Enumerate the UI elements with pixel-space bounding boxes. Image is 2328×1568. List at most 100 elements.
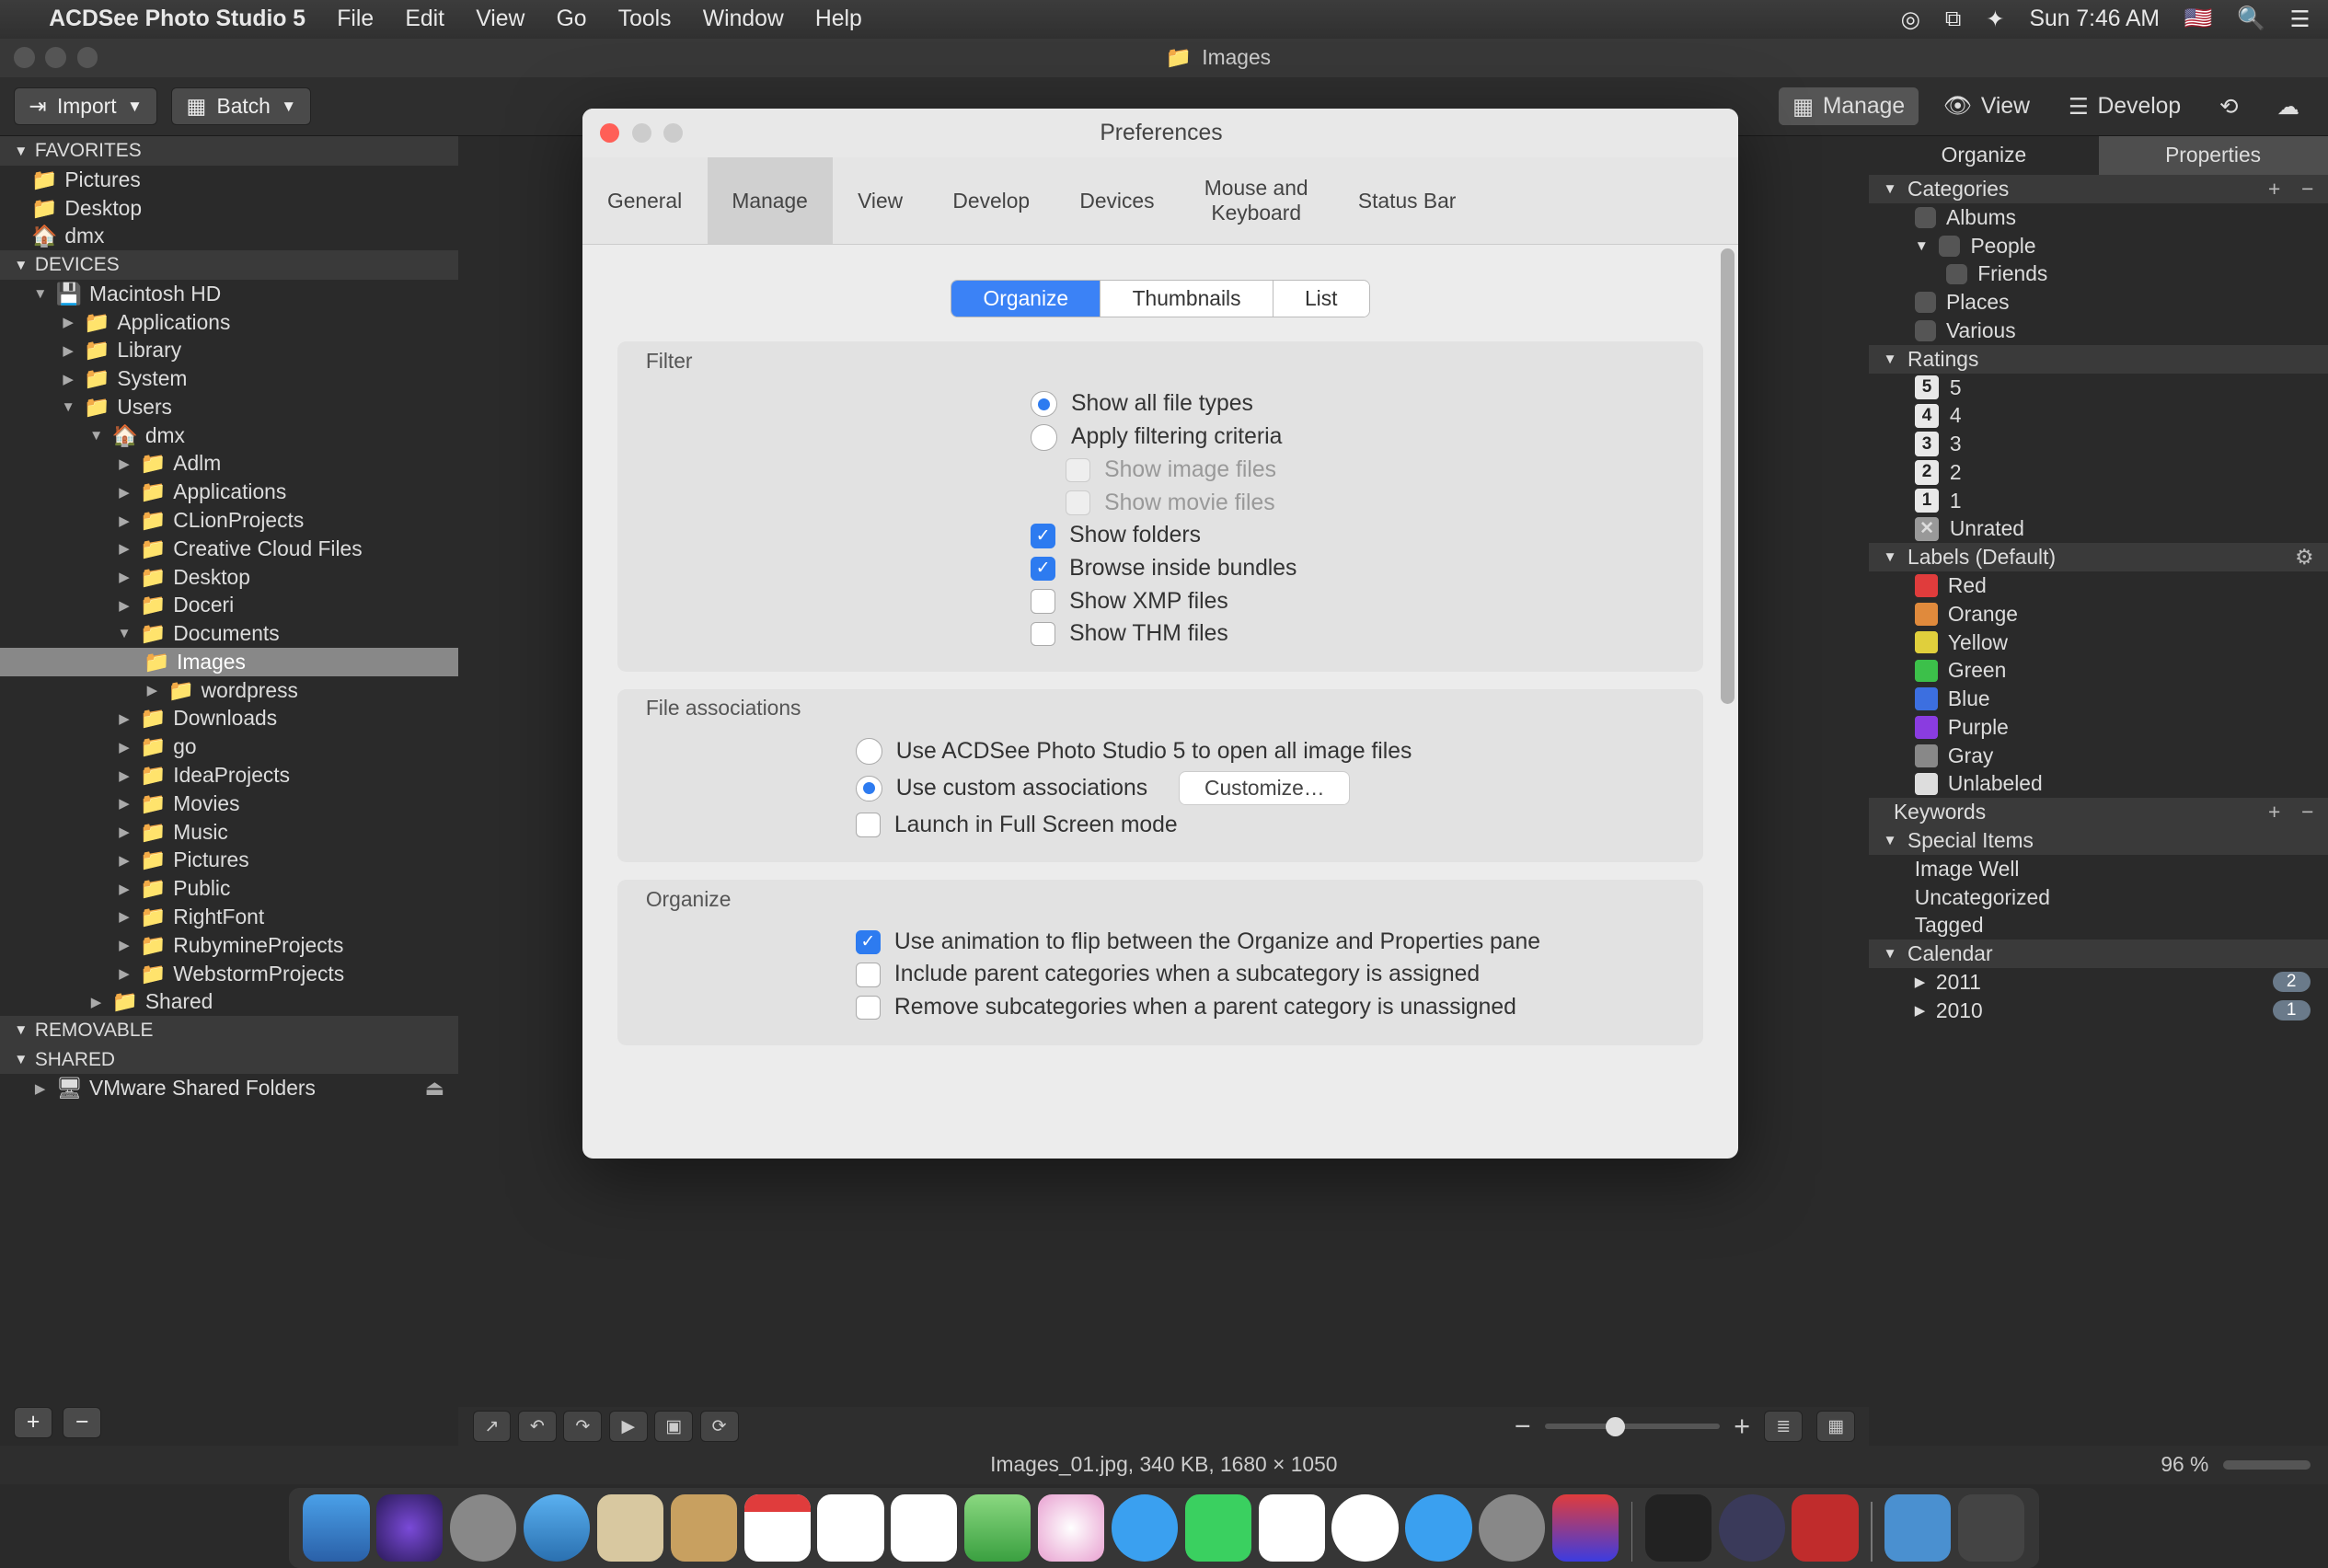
dock-trash-icon[interactable] <box>1958 1494 2024 1561</box>
label-yellow[interactable]: Yellow <box>1869 628 2327 657</box>
pref-tab-devices[interactable]: Devices <box>1055 157 1180 244</box>
rating-3[interactable]: 33 <box>1869 430 2327 458</box>
dock-maps-icon[interactable] <box>964 1494 1031 1561</box>
folder-rightfont[interactable]: ▶📁RightFont <box>0 903 458 931</box>
folder-documents[interactable]: ▼📁Documents <box>0 619 458 648</box>
folder-clionprojects[interactable]: ▶📁CLionProjects <box>0 506 458 535</box>
labels-gear-icon[interactable]: ⚙ <box>2295 545 2313 570</box>
folder-creative-cloud[interactable]: ▶📁Creative Cloud Files <box>0 535 458 563</box>
remove-category-icon[interactable]: − <box>2301 177 2313 202</box>
folder-library[interactable]: ▶📁Library <box>0 336 458 364</box>
rating-1[interactable]: 11 <box>1869 487 2327 515</box>
menubar-flag-icon[interactable]: 🇺🇸 <box>2184 6 2213 32</box>
zoom-out-icon[interactable]: − <box>1515 1411 1531 1443</box>
dock-terminal-icon[interactable] <box>1645 1494 1711 1561</box>
rating-4[interactable]: 44 <box>1869 401 2327 430</box>
tab-properties[interactable]: Properties <box>2099 136 2328 175</box>
dock-settings-icon[interactable] <box>1479 1494 1545 1561</box>
dock-1password-icon[interactable] <box>1719 1494 1785 1561</box>
special-items-header[interactable]: ▼Special Items <box>1869 826 2327 855</box>
removable-header[interactable]: ▼REMOVABLE <box>0 1016 458 1045</box>
folder-downloads[interactable]: ▶📁Downloads <box>0 705 458 733</box>
category-friends[interactable]: Friends <box>1869 260 2327 289</box>
pref-close-button[interactable] <box>600 123 619 143</box>
folder-rubymineprojects[interactable]: ▶📁RubymineProjects <box>0 931 458 960</box>
window-minimize-button[interactable] <box>45 47 66 68</box>
label-orange[interactable]: Orange <box>1869 600 2327 628</box>
rotate-right-icon[interactable]: ↷ <box>563 1411 602 1442</box>
folder-music[interactable]: ▶📁Music <box>0 818 458 847</box>
dock-siri-icon[interactable] <box>376 1494 443 1561</box>
menu-go[interactable]: Go <box>557 6 587 32</box>
radio-use-custom[interactable] <box>856 776 882 802</box>
customize-button[interactable]: Customize… <box>1179 771 1350 805</box>
seg-list[interactable]: List <box>1273 281 1369 316</box>
play-icon[interactable]: ▶ <box>609 1411 648 1442</box>
folder-applications-user[interactable]: ▶📁Applications <box>0 478 458 506</box>
menu-file[interactable]: File <box>337 6 374 32</box>
view-grid-icon[interactable]: ▦ <box>1816 1411 1855 1442</box>
folder-movies[interactable]: ▶📁Movies <box>0 790 458 818</box>
special-uncategorized[interactable]: Uncategorized <box>1869 883 2327 912</box>
batch-button[interactable]: ▦ Batch ▼ <box>171 87 311 124</box>
seg-thumbnails[interactable]: Thumbnails <box>1101 281 1273 316</box>
fav-dmx[interactable]: 🏠dmx <box>0 223 458 251</box>
tab-organize[interactable]: Organize <box>1869 136 2098 175</box>
dock-messages-icon[interactable] <box>1112 1494 1178 1561</box>
mode-cloud[interactable]: ☁ <box>2263 87 2313 125</box>
category-albums[interactable]: Albums <box>1869 203 2327 232</box>
menubar-displays-icon[interactable]: ⧉ <box>1945 6 1962 32</box>
chk-fullscreen[interactable] <box>856 813 881 837</box>
dock-contacts-icon[interactable] <box>597 1494 663 1561</box>
refresh-icon[interactable]: ⟳ <box>700 1411 739 1442</box>
menubar-clock[interactable]: Sun 7:46 AM <box>2029 6 2160 32</box>
dock-launchpad-icon[interactable] <box>450 1494 516 1561</box>
thumbnail-size-slider[interactable] <box>1545 1424 1720 1429</box>
menu-view[interactable]: View <box>476 6 524 32</box>
rating-5[interactable]: 55 <box>1869 374 2327 402</box>
external-icon[interactable]: ↗ <box>473 1411 512 1442</box>
menubar-list-icon[interactable]: ☰ <box>2289 6 2310 33</box>
pref-tab-mouse-keyboard[interactable]: Mouse andKeyboard <box>1180 157 1333 244</box>
radio-use-acdsee[interactable] <box>856 738 882 765</box>
pref-scrollbar[interactable] <box>1721 248 1734 704</box>
folder-wordpress[interactable]: ▶📁wordpress <box>0 676 458 705</box>
rotate-left-icon[interactable]: ↶ <box>518 1411 557 1442</box>
calendar-2010[interactable]: ▶20101 <box>1869 997 2327 1025</box>
chk-include-parent[interactable] <box>856 963 881 987</box>
folder-user-dmx[interactable]: ▼🏠dmx <box>0 421 458 450</box>
ratings-header[interactable]: ▼Ratings <box>1869 345 2327 374</box>
folder-ideaprojects[interactable]: ▶📁IdeaProjects <box>0 761 458 790</box>
chk-show-folders[interactable] <box>1031 524 1055 548</box>
mode-develop[interactable]: ☰ Develop <box>2055 87 2195 125</box>
label-purple[interactable]: Purple <box>1869 713 2327 742</box>
menubar-app-icon[interactable]: ✦ <box>1986 6 2005 33</box>
label-red[interactable]: Red <box>1869 571 2327 600</box>
dock-safari-icon[interactable] <box>524 1494 590 1561</box>
chk-use-animation[interactable] <box>856 930 881 955</box>
chk-browse-bundles[interactable] <box>1031 557 1055 582</box>
favorites-header[interactable]: ▼FAVORITES <box>0 136 458 166</box>
vmware-shared-folders[interactable]: ▶🖥VMware Shared Folders⏏ <box>0 1074 458 1102</box>
radio-apply-filter[interactable] <box>1031 424 1057 451</box>
dock-photos-icon[interactable] <box>1038 1494 1104 1561</box>
labels-header[interactable]: ▼Labels (Default)⚙ <box>1869 543 2327 571</box>
dock-calendar-icon[interactable] <box>744 1494 811 1561</box>
view-list-icon[interactable]: ≣ <box>1764 1411 1803 1442</box>
categories-header[interactable]: ▼Categories+− <box>1869 175 2327 203</box>
dock-itunes-icon[interactable] <box>1331 1494 1398 1561</box>
mode-view[interactable]: 👁 View <box>1930 87 2044 124</box>
label-gray[interactable]: Gray <box>1869 742 2327 770</box>
radio-show-all[interactable] <box>1031 391 1057 418</box>
pref-tab-manage[interactable]: Manage <box>708 157 834 244</box>
category-people[interactable]: ▼People <box>1869 232 2327 260</box>
folder-public[interactable]: ▶📁Public <box>0 874 458 903</box>
folder-system[interactable]: ▶📁System <box>0 364 458 393</box>
chk-show-thm[interactable] <box>1031 622 1055 647</box>
dock-downloads-icon[interactable] <box>1884 1494 1951 1561</box>
add-button[interactable]: + <box>14 1407 52 1438</box>
seg-organize[interactable]: Organize <box>951 281 1101 316</box>
dock-acdsee-icon[interactable] <box>1792 1494 1858 1561</box>
folder-images-selected[interactable]: 📁Images <box>0 648 458 676</box>
mode-manage[interactable]: ▦ Manage <box>1779 87 1919 125</box>
